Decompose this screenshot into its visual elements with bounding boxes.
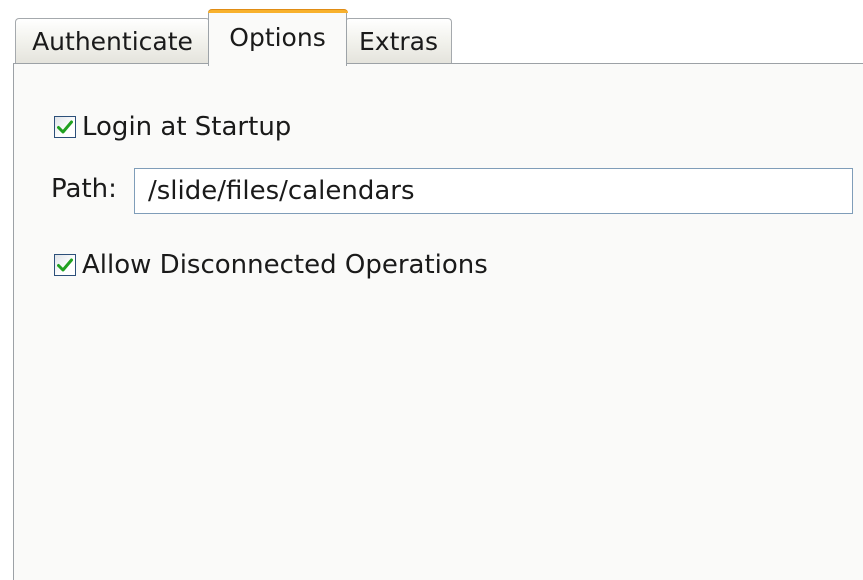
tab-extras[interactable]: Extras — [345, 18, 452, 64]
login-at-startup-checkbox[interactable] — [54, 116, 76, 138]
options-panel: Login at Startup Path: Allow Disconnecte… — [13, 63, 863, 580]
tab-extras-label: Extras — [358, 27, 439, 56]
path-input[interactable] — [134, 168, 853, 214]
checkmark-icon — [57, 120, 73, 134]
login-at-startup-label: Login at Startup — [82, 112, 292, 142]
allow-disconnected-checkbox[interactable] — [54, 254, 76, 276]
options-dialog: Authenticate Extras Options Login at Sta… — [0, 0, 863, 580]
allow-disconnected-label: Allow Disconnected Operations — [82, 250, 488, 280]
path-label: Path: — [51, 174, 117, 204]
allow-disconnected-option[interactable]: Allow Disconnected Operations — [54, 250, 488, 280]
tab-authenticate-label: Authenticate — [32, 27, 193, 56]
tab-options-label: Options — [229, 23, 326, 52]
tab-options[interactable]: Options — [207, 9, 348, 66]
login-at-startup-option[interactable]: Login at Startup — [54, 112, 291, 142]
checkmark-icon — [57, 258, 73, 272]
tab-authenticate[interactable]: Authenticate — [15, 18, 210, 64]
